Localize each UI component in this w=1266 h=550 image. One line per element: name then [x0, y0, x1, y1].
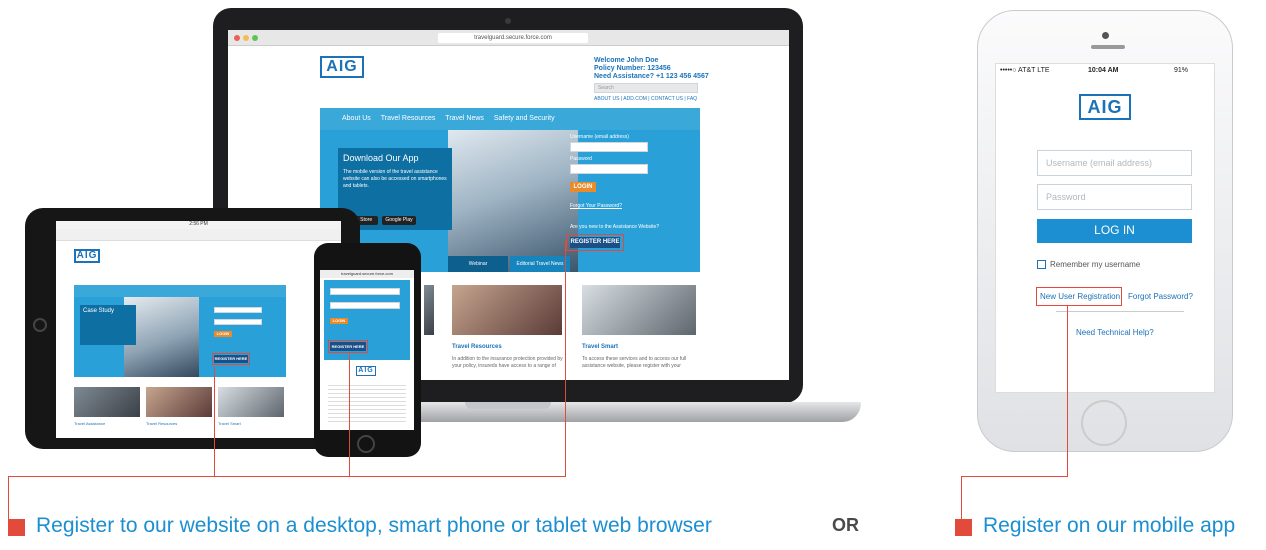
app-username-input[interactable]: Username (email address): [1037, 150, 1192, 176]
phone-aig-logo[interactable]: AIG: [356, 366, 376, 376]
top-links[interactable]: ABOUT US | ADD.COM | CONTACT US | FAQ: [594, 96, 697, 102]
connector-horizontal: [214, 476, 566, 477]
connector-tablet: [214, 367, 215, 477]
caption-marker-left: [8, 519, 25, 536]
tablet-register-button[interactable]: REGISTER HERE: [214, 355, 248, 363]
tablet-home-button: [33, 318, 47, 332]
connector-to-caption: [8, 476, 215, 477]
connector-phone: [349, 354, 350, 477]
google-play-badge[interactable]: Google Play: [382, 216, 416, 225]
nav-safety[interactable]: Safety and Security: [494, 115, 555, 122]
app-password-input[interactable]: Password: [1037, 184, 1192, 210]
divider: [1056, 311, 1184, 312]
welcome-text: Welcome John Doe: [594, 57, 659, 64]
tablet-hero: Case Study LOGIN REGISTER HERE: [74, 297, 286, 377]
password-input[interactable]: [570, 164, 648, 174]
card2-thumb: [452, 285, 562, 335]
username-label: Username (email address): [570, 134, 629, 140]
new-user-question: Are you new to the Assistance Website?: [570, 224, 660, 230]
remember-label: Remember my username: [1050, 260, 1141, 269]
aig-logo[interactable]: AIG: [320, 56, 364, 78]
phone-url[interactable]: travelguard.secure.force.com: [320, 270, 414, 278]
password-label: Password: [570, 156, 592, 162]
iphone-battery: 91%: [1174, 67, 1189, 74]
minimize-dot-icon[interactable]: [243, 35, 249, 41]
iphone-speaker: [1091, 45, 1125, 49]
laptop-camera: [505, 18, 511, 24]
tablet-card1-title[interactable]: Travel Assistance: [74, 421, 105, 426]
tablet-card3-thumb: [218, 387, 284, 417]
panel-text: The mobile version of the travel assista…: [343, 169, 447, 189]
tablet-status-bar: 2:56 PM: [56, 221, 341, 229]
phone-register-button[interactable]: REGISTER HERE: [330, 342, 366, 351]
tab-webinar[interactable]: Webinar: [448, 256, 508, 272]
tablet-username-input[interactable]: [214, 307, 262, 313]
card3-title[interactable]: Travel Smart: [582, 344, 618, 350]
connector-app-down: [961, 476, 962, 520]
hero-photo: [448, 130, 578, 272]
tablet-screen: 2:56 PM AIG Case Study LOGIN REGISTER HE…: [56, 221, 341, 438]
tablet-card2-thumb: [146, 387, 212, 417]
phone-footer-text: [328, 382, 406, 422]
connector-laptop: [565, 240, 566, 477]
app-login-button[interactable]: LOG IN: [1037, 219, 1192, 243]
assistance-phone: Need Assistance? +1 123 456 4567: [594, 73, 709, 80]
connector-down-left: [8, 476, 9, 520]
iphone-screen: •••••○ AT&T LTE 10:04 AM 91% AIG Usernam…: [995, 63, 1215, 393]
zoom-dot-icon[interactable]: [252, 35, 258, 41]
app-aig-logo: AIG: [1079, 94, 1131, 120]
close-dot-icon[interactable]: [234, 35, 240, 41]
account-info: Welcome John Doe Policy Number: 123456 N…: [594, 57, 784, 81]
tab-editorial[interactable]: Editorial Travel News: [510, 256, 570, 272]
caption-mobile-app: Register on our mobile app: [983, 514, 1236, 537]
card2-text: In addition to the insurance protection …: [452, 356, 563, 369]
technical-help-link[interactable]: Need Technical Help?: [1076, 328, 1154, 337]
address-bar[interactable]: travelguard.secure.force.com: [438, 33, 588, 43]
laptop-notch: [465, 402, 551, 409]
tablet-aig-logo[interactable]: AIG: [74, 249, 100, 263]
caption-marker-right: [955, 519, 972, 536]
iphone-home-button: [1081, 400, 1127, 446]
forgot-password-link[interactable]: Forgot Password?: [1128, 292, 1193, 301]
tablet-login-button[interactable]: LOGIN: [214, 331, 232, 337]
connector-app-horizontal: [961, 476, 1068, 477]
card2-title[interactable]: Travel Resources: [452, 344, 502, 350]
card1-thumb: [424, 285, 434, 335]
remember-checkbox[interactable]: [1037, 260, 1046, 269]
iphone-time: 10:04 AM: [1088, 67, 1119, 74]
phone-login-button[interactable]: LOGIN: [330, 318, 348, 324]
panel-title: Download Our App: [343, 153, 419, 163]
tablet-toolbar: [56, 229, 341, 241]
register-button[interactable]: REGISTER HERE: [570, 237, 620, 248]
phone-password-input[interactable]: [330, 302, 400, 309]
card3-thumb: [582, 285, 696, 335]
nav-about[interactable]: About Us: [342, 115, 371, 122]
site-search-input[interactable]: Search: [594, 83, 698, 93]
caption-website: Register to our website on a desktop, sm…: [36, 514, 712, 537]
tablet-card1-thumb: [74, 387, 140, 417]
nav-resources[interactable]: Travel Resources: [381, 115, 436, 122]
forgot-password-link[interactable]: Forgot Your Password?: [570, 203, 622, 209]
iphone-carrier: •••••○ AT&T LTE: [1000, 67, 1050, 74]
phone-hero: LOGIN REGISTER HERE: [324, 280, 410, 360]
nav-news[interactable]: Travel News: [445, 115, 484, 122]
tablet-card3-title[interactable]: Travel Smart: [218, 421, 241, 426]
tablet-card2-title[interactable]: Travel Resources: [146, 421, 177, 426]
connector-app: [1067, 305, 1068, 476]
caption-or: OR: [832, 515, 859, 535]
iphone-camera: [1102, 32, 1109, 39]
browser-toolbar: travelguard.secure.force.com: [228, 30, 789, 46]
policy-number: Policy Number: 123456: [594, 65, 671, 72]
new-user-registration-link[interactable]: New User Registration: [1040, 292, 1120, 301]
tablet-password-input[interactable]: [214, 319, 262, 325]
main-nav: About Us Travel Resources Travel News Sa…: [320, 108, 700, 130]
login-button[interactable]: LOGIN: [570, 182, 596, 192]
card3-text: To access these services and to access o…: [582, 356, 687, 369]
phone-username-input[interactable]: [330, 288, 400, 295]
phone-screen: travelguard.secure.force.com LOGIN REGIS…: [320, 270, 414, 430]
tablet-nav: [74, 285, 286, 297]
username-input[interactable]: [570, 142, 648, 152]
phone-home-button: [357, 435, 375, 453]
tablet-panel-title: Case Study: [80, 305, 136, 345]
